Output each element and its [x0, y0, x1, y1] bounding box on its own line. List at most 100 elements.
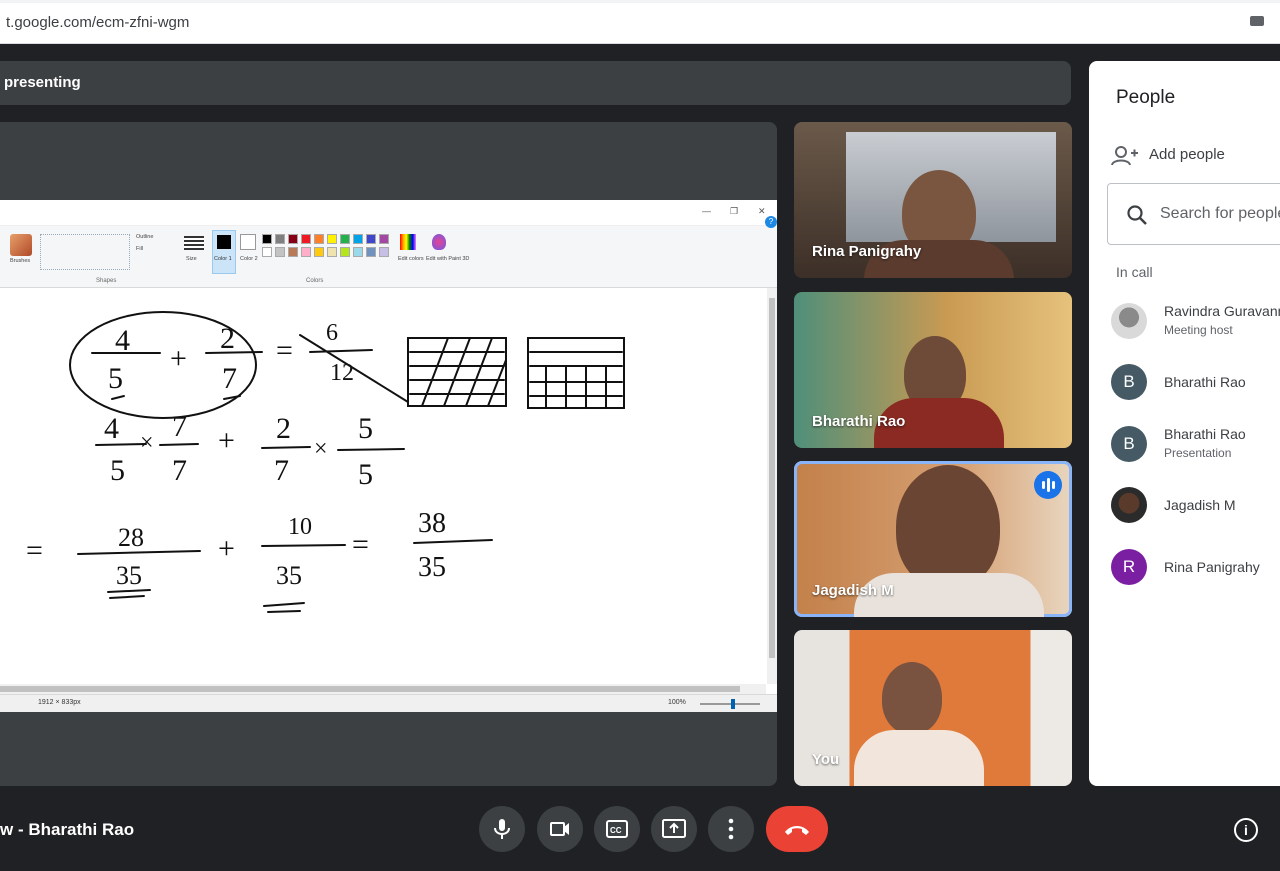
paint3d-icon[interactable] — [432, 234, 446, 250]
zoom-slider[interactable] — [700, 703, 760, 705]
participant-list-item[interactable]: Ravindra Guravannavar Meeting host — [1111, 301, 1280, 341]
color-swatch[interactable] — [353, 234, 363, 244]
closed-captions-icon: CC — [606, 820, 628, 838]
people-search-input[interactable]: Search for people — [1107, 183, 1280, 245]
participant-list-item[interactable]: R Rina Panigrahy — [1111, 547, 1280, 587]
color-swatch[interactable] — [314, 247, 324, 257]
meeting-info-icon[interactable]: i — [1234, 818, 1258, 842]
brushes-tool[interactable] — [10, 234, 32, 256]
fraction-bar — [261, 544, 346, 547]
fill-label[interactable]: Fill — [136, 246, 143, 252]
participant-name: Bharathi Rao — [812, 413, 906, 430]
color-swatch[interactable] — [301, 247, 311, 257]
color-swatch[interactable] — [366, 234, 376, 244]
speaking-indicator-icon — [1034, 471, 1062, 499]
paint-ribbon: Brushes Outline Fill Shapes Size Color 1… — [0, 216, 777, 288]
color-swatch[interactable] — [262, 234, 272, 244]
color-swatch[interactable] — [275, 247, 285, 257]
color-swatch[interactable] — [366, 247, 376, 257]
camera-button[interactable] — [537, 806, 583, 852]
color-swatch[interactable] — [288, 247, 298, 257]
color-swatch[interactable] — [275, 234, 285, 244]
browser-address-bar[interactable]: t.google.com/ecm-zfni-wgm — [0, 0, 1280, 44]
size-label: Size — [186, 256, 197, 262]
captions-button[interactable]: CC — [594, 806, 640, 852]
help-icon[interactable]: ? — [765, 216, 777, 228]
outline-label[interactable]: Outline — [136, 234, 153, 240]
participant-list-item[interactable]: Jagadish M — [1111, 485, 1280, 525]
zoom-slider-knob[interactable] — [731, 699, 735, 709]
participant-tile[interactable]: Rina Panigrahy — [794, 122, 1072, 278]
color-swatch[interactable] — [288, 234, 298, 244]
underline-mark — [263, 602, 305, 607]
vertical-scrollbar[interactable] — [767, 288, 777, 684]
present-now-button[interactable] — [651, 806, 697, 852]
tab-strip — [0, 0, 1280, 3]
horizontal-scrollbar[interactable] — [0, 684, 766, 694]
color-swatch[interactable] — [379, 247, 389, 257]
participant-list-name: Bharathi Rao — [1164, 374, 1246, 390]
shapes-gallery[interactable] — [40, 234, 130, 270]
avatar: R — [1111, 549, 1147, 585]
frac1-numerator: 4 — [115, 324, 130, 357]
underline-mark — [109, 595, 145, 599]
color-swatch[interactable] — [379, 234, 389, 244]
fraction-bar — [413, 539, 493, 544]
participant-list-name: Bharathi Rao — [1164, 426, 1246, 442]
underline-mark — [111, 395, 125, 400]
avatar: B — [1111, 364, 1147, 400]
paint3d-label[interactable]: Edit with Paint 3D — [426, 256, 469, 262]
strike-line — [299, 334, 409, 403]
camera-indicator-icon[interactable] — [1250, 16, 1264, 26]
color-swatch[interactable] — [262, 247, 272, 257]
participant-list-item[interactable]: B Bharathi Rao Presentation — [1111, 424, 1280, 464]
color-swatch[interactable] — [327, 247, 337, 257]
participant-list-item[interactable]: B Bharathi Rao — [1111, 362, 1280, 402]
whiteboard-drawing: 4 5 + 2 7 = 6 12 4 5 × 7 7 + 2 7 × 5 5 =… — [26, 311, 625, 613]
color-swatch[interactable] — [327, 234, 337, 244]
close-icon[interactable]: ✕ — [758, 206, 766, 217]
search-placeholder: Search for people — [1160, 205, 1280, 222]
meeting-details-label[interactable]: w - Bharathi Rao — [0, 820, 134, 840]
eq3-equals2: = — [352, 528, 369, 561]
participant-tile-self[interactable]: You — [794, 630, 1072, 786]
color1-selector[interactable] — [212, 230, 236, 274]
microphone-button[interactable] — [479, 806, 525, 852]
edit-colors-icon[interactable] — [400, 234, 416, 250]
eq2-f: 7 — [274, 454, 289, 487]
participant-tile[interactable]: Bharathi Rao — [794, 292, 1072, 448]
maximize-icon[interactable]: ❐ — [730, 206, 738, 217]
url-text[interactable]: t.google.com/ecm-zfni-wgm — [6, 14, 189, 31]
leave-call-button[interactable] — [766, 806, 828, 852]
fraction-bar — [337, 448, 405, 451]
eq3-rd: 35 — [418, 552, 446, 583]
people-panel-title: People — [1116, 87, 1176, 108]
video-camera-icon — [550, 822, 569, 836]
add-people-button[interactable]: Add people — [1111, 143, 1280, 169]
color1-label: Color 1 — [214, 256, 232, 262]
eq3-rn: 38 — [418, 508, 446, 539]
drawing-canvas[interactable]: 4 5 + 2 7 = 6 12 4 5 × 7 7 + 2 7 × 5 5 =… — [0, 290, 766, 684]
color-swatch[interactable] — [353, 247, 363, 257]
color-swatch[interactable] — [340, 247, 350, 257]
eq2-c: 7 — [172, 410, 187, 443]
paint-statusbar: 1912 × 833px 100% — [0, 694, 777, 712]
participant-name: Rina Panigrahy — [812, 243, 922, 260]
search-icon — [1127, 205, 1147, 225]
meeting-control-bar: w - Bharathi Rao CC i — [0, 786, 1280, 871]
eq2-g: 5 — [358, 412, 373, 445]
minimize-icon[interactable]: — — [702, 206, 711, 216]
in-call-heading: In call — [1116, 264, 1153, 280]
fraction-bar — [261, 446, 311, 449]
edit-colors-label[interactable]: Edit colors — [398, 256, 424, 262]
color-swatch[interactable] — [301, 234, 311, 244]
color-swatch[interactable] — [340, 234, 350, 244]
size-tool[interactable] — [184, 236, 204, 250]
eq3-n2: 10 — [288, 514, 312, 540]
color2-selector[interactable] — [240, 234, 256, 250]
color-swatch[interactable] — [314, 234, 324, 244]
participant-tile-active-speaker[interactable]: Jagadish M — [794, 461, 1072, 617]
participant-role: Presentation — [1164, 446, 1232, 460]
more-options-button[interactable] — [708, 806, 754, 852]
color2-label: Color 2 — [240, 256, 258, 262]
